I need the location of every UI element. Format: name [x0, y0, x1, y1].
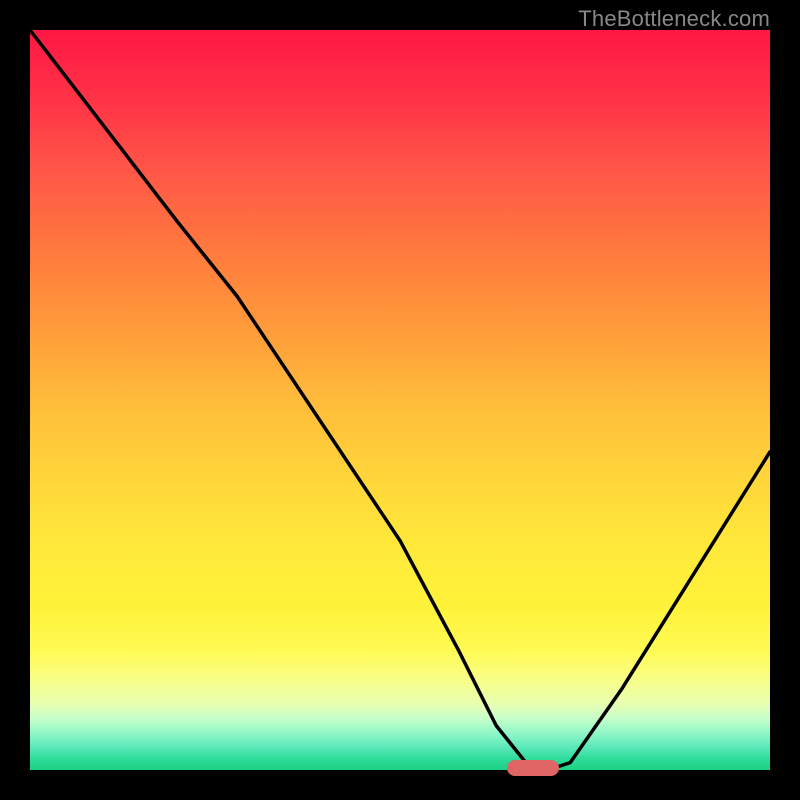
optimal-marker [507, 760, 559, 776]
plot-area [30, 30, 770, 770]
bottleneck-curve [30, 30, 770, 770]
chart-frame: TheBottleneck.com [0, 0, 800, 800]
watermark-text: TheBottleneck.com [578, 6, 770, 32]
